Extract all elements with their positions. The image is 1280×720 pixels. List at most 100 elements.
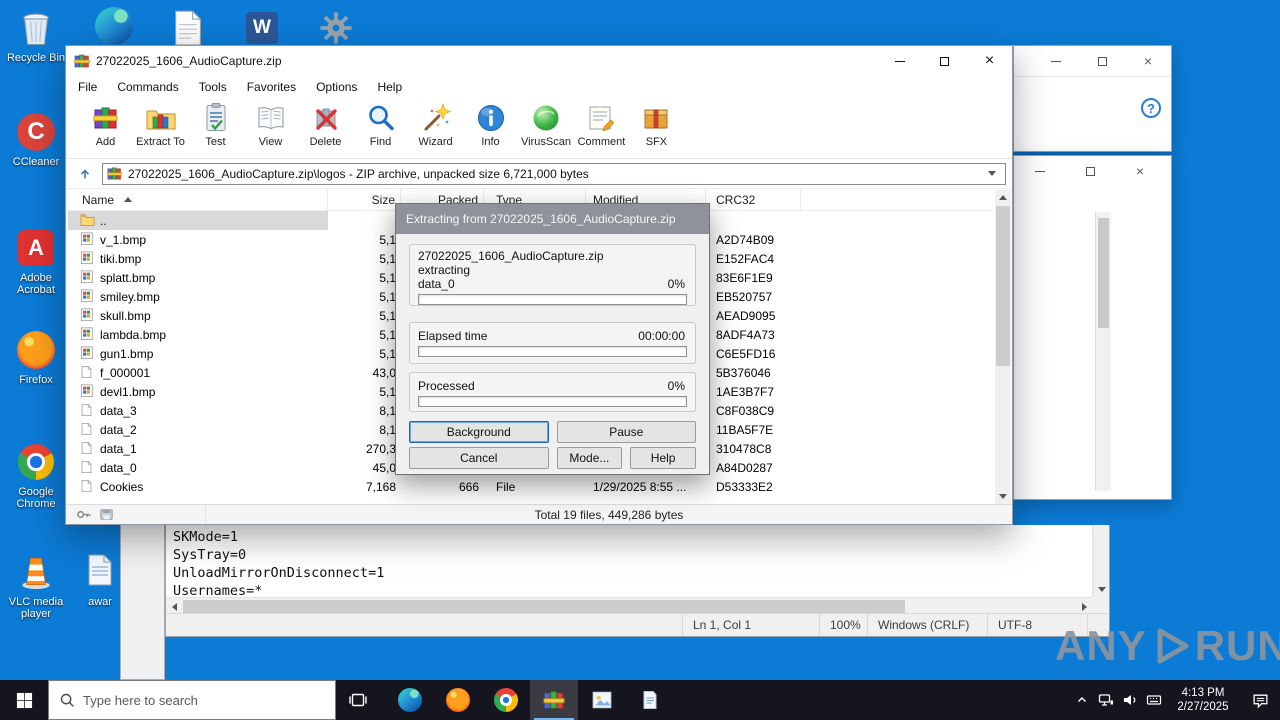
maximize-button[interactable] — [922, 47, 967, 76]
find-icon — [365, 102, 397, 134]
toolbar-view-button[interactable]: View — [243, 101, 298, 149]
minimize-icon — [1035, 170, 1045, 172]
winrar-titlebar[interactable]: 27022025_1606_AudioCapture.zip × — [66, 46, 1012, 76]
minimize-button[interactable] — [877, 47, 922, 76]
file-crc: C8F038C9 — [716, 403, 775, 418]
help-button[interactable]: Help — [630, 447, 696, 469]
desktop-icon-firefox[interactable]: Firefox — [0, 328, 72, 386]
toolbar-virusscan-button[interactable]: VirusScan — [518, 101, 574, 149]
file-row[interactable]: Cookies 7,168 666 File 1/29/2025 8:55 ... D53… — [68, 477, 994, 496]
notepad-text[interactable]: SKMode=1 SysTray=0 UnloadMirrorOnDisconn… — [173, 528, 1089, 600]
pause-button[interactable]: Pause — [556, 421, 696, 443]
action-center-button[interactable] — [1240, 680, 1280, 720]
menu-commands[interactable]: Commands — [107, 77, 188, 97]
close-button[interactable]: × — [967, 47, 1012, 76]
minimize-button[interactable] — [1033, 46, 1079, 76]
toolbar-extract-button[interactable]: Extract To — [133, 101, 188, 149]
dialog-titlebar[interactable]: Extracting from 27022025_1606_AudioCaptu… — [396, 204, 709, 234]
desktop-icon-recycle-bin[interactable]: Recycle Bin — [0, 6, 72, 64]
taskbar-firefox-button[interactable] — [434, 680, 482, 720]
mode-button[interactable]: Mode... — [556, 447, 623, 469]
file-size: 45,0 — [372, 460, 396, 475]
desktop-icon-ccleaner[interactable]: C CCleaner — [0, 110, 72, 168]
scroll-down-icon[interactable] — [995, 489, 1011, 504]
column-header-crc32[interactable]: CRC32 — [706, 189, 801, 210]
background-button[interactable]: Background — [409, 421, 549, 443]
start-button[interactable] — [0, 680, 48, 720]
address-dropdown[interactable]: 27022025_1606_AudioCapture.zip\logos - Z… — [102, 162, 1006, 185]
toolbar-info-button[interactable]: Info — [463, 101, 518, 149]
close-button[interactable]: × — [1115, 156, 1165, 186]
sort-ascending-icon — [124, 197, 133, 202]
tray-keyboard-icon[interactable] — [1142, 680, 1166, 720]
play-icon — [1149, 624, 1193, 668]
desktop-icon-word[interactable]: W — [226, 6, 298, 50]
scrollbar[interactable] — [1095, 212, 1111, 491]
help-icon[interactable]: ? — [1141, 98, 1161, 118]
taskbar-chrome-button[interactable] — [482, 680, 530, 720]
taskbar-photos-button[interactable] — [578, 680, 626, 720]
toolbar-wizard-button[interactable]: Wizard — [408, 101, 463, 149]
current-file: data_0 — [418, 277, 455, 291]
toolbar-find-button[interactable]: Find — [353, 101, 408, 149]
scroll-up-icon[interactable] — [995, 190, 1011, 205]
file-percent: 0% — [667, 277, 685, 291]
toolbar-sfx-button[interactable]: SFX — [629, 101, 684, 149]
cancel-button[interactable]: Cancel — [409, 447, 549, 469]
desktop-icon-vlc[interactable]: VLC media player — [0, 550, 72, 620]
file-icon — [80, 365, 95, 380]
file-crc: E152FAC4 — [716, 251, 775, 266]
desktop-icon-document[interactable] — [152, 6, 224, 50]
processed-label: Processed — [418, 379, 475, 393]
horizontal-scrollbar[interactable] — [166, 597, 1092, 614]
winrar-app-icon[interactable] — [74, 53, 90, 69]
menu-tools[interactable]: Tools — [189, 77, 237, 97]
taskbar-clock[interactable]: 4:13 PM 2/27/2025 — [1166, 686, 1240, 714]
tray-network-icon[interactable] — [1094, 680, 1118, 720]
taskbar-winrar-button[interactable] — [530, 680, 578, 720]
scrollbar-thumb[interactable] — [183, 600, 906, 613]
vertical-scrollbar[interactable] — [995, 190, 1011, 504]
file-name: splatt.bmp — [100, 270, 156, 285]
file-size: 270,3 — [365, 441, 396, 456]
desktop-icon-settings[interactable] — [300, 6, 372, 50]
desktop-icon-adobe-acrobat[interactable]: A Adobe Acrobat — [0, 226, 72, 296]
maximize-button[interactable] — [1079, 46, 1125, 76]
scroll-down-icon[interactable] — [1093, 582, 1110, 597]
taskbar-edge-button[interactable] — [386, 680, 434, 720]
column-header-size[interactable]: Size — [328, 189, 401, 210]
winrar-statusbar: Total 19 files, 449,286 bytes — [66, 504, 1012, 524]
toolbar-comment-button[interactable]: Comment — [574, 101, 629, 149]
desktop-icon-edge[interactable] — [78, 4, 150, 48]
desktop-icon-google-chrome[interactable]: Google Chrome — [0, 440, 72, 510]
notepad-statusbar: Ln 1, Col 1 100% Windows (CRLF) UTF-8 — [166, 613, 1109, 636]
menu-help[interactable]: Help — [367, 77, 412, 97]
elapsed-value: 00:00:00 — [638, 329, 685, 343]
taskbar-notepad-button[interactable] — [626, 680, 674, 720]
tray-chevron-up-icon[interactable] — [1070, 680, 1094, 720]
maximize-button[interactable] — [1065, 156, 1115, 186]
toolbar-test-button[interactable]: Test — [188, 101, 243, 149]
toolbar-delete-button[interactable]: Delete — [298, 101, 353, 149]
minimize-button[interactable] — [1015, 156, 1065, 186]
scrollbar-thumb[interactable] — [996, 206, 1010, 366]
column-header-name[interactable]: Name — [68, 189, 328, 210]
file-type: File — [496, 479, 516, 494]
search-input[interactable]: Type here to search — [48, 680, 336, 720]
menu-file[interactable]: File — [68, 77, 107, 97]
task-view-button[interactable] — [336, 680, 380, 720]
bmp-icon — [80, 289, 95, 304]
file-name-cell: data_3 — [68, 401, 328, 420]
watermark-text-left: ANY — [1055, 622, 1147, 669]
bmp-icon — [80, 251, 95, 266]
vertical-scrollbar[interactable] — [1092, 525, 1109, 597]
close-button[interactable]: × — [1125, 46, 1171, 76]
tray-volume-icon[interactable] — [1118, 680, 1142, 720]
anyrun-watermark: ANY RUN — [1055, 622, 1280, 670]
menu-favorites[interactable]: Favorites — [237, 77, 306, 97]
menu-options[interactable]: Options — [306, 77, 367, 97]
toolbar-add-button[interactable]: Add — [78, 101, 133, 149]
up-one-level-button[interactable] — [72, 162, 98, 185]
winrar-toolbar: Add Extract To Test View Delete Find Wiz… — [66, 98, 1012, 159]
file-name: smiley.bmp — [100, 289, 160, 304]
